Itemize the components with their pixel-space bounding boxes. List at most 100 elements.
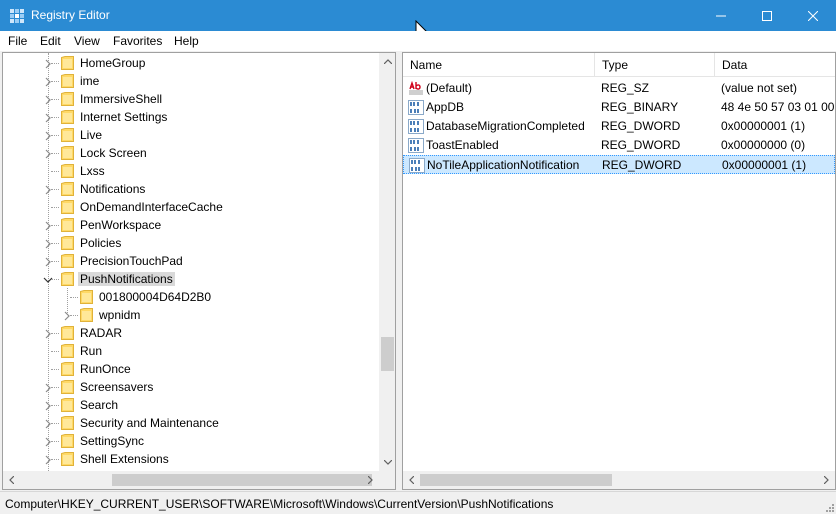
value-row[interactable]: NoTileApplicationNotification REG_DWORD 0x… bbox=[403, 155, 835, 174]
chevron-left-icon bbox=[9, 476, 14, 484]
chevron-right-icon bbox=[824, 476, 829, 484]
tree-item[interactable]: Security and Maintenance bbox=[3, 414, 379, 432]
chevron-right-icon bbox=[45, 113, 51, 123]
resize-grip-icon[interactable] bbox=[824, 502, 834, 512]
window-title: Registry Editor bbox=[31, 8, 110, 22]
tree-item[interactable]: RADAR bbox=[3, 324, 379, 342]
chevron-right-icon bbox=[45, 329, 51, 339]
tree-item[interactable]: OnDemandInterfaceCache bbox=[3, 198, 379, 216]
tree-horizontal-scrollbar[interactable] bbox=[3, 471, 379, 489]
value-name: ToastEnabled bbox=[426, 138, 499, 152]
tree-item-label: PenWorkspace bbox=[80, 218, 162, 232]
tree-item[interactable]: PushNotifications bbox=[3, 270, 379, 288]
tree-item[interactable]: Internet Settings bbox=[3, 108, 379, 126]
close-icon bbox=[808, 10, 818, 21]
tree-item[interactable]: RunOnce bbox=[3, 360, 379, 378]
chevron-right-icon bbox=[45, 59, 51, 69]
tree-item-label: 001800004D64D2B0 bbox=[99, 290, 212, 304]
tree-vertical-scrollbar[interactable] bbox=[379, 53, 395, 471]
value-data: 0x00000000 (0) bbox=[721, 138, 806, 152]
menu-help[interactable]: Help bbox=[174, 34, 199, 48]
folder-icon bbox=[61, 218, 74, 232]
menu-file[interactable]: File bbox=[8, 34, 27, 48]
folder-icon bbox=[80, 308, 93, 322]
folder-icon bbox=[61, 74, 74, 88]
tree-item-label: Shell Extensions bbox=[80, 452, 169, 466]
value-data: 0x00000001 (1) bbox=[721, 119, 806, 133]
tree-connector bbox=[51, 135, 59, 136]
tree-item[interactable]: Screensavers bbox=[3, 378, 379, 396]
menu-edit[interactable]: Edit bbox=[40, 34, 61, 48]
scroll-right-arrow[interactable] bbox=[362, 471, 379, 489]
close-button[interactable] bbox=[790, 0, 836, 31]
chevron-right-icon bbox=[45, 383, 51, 393]
tree-item[interactable]: Shell Extensions bbox=[3, 450, 379, 468]
tree-item[interactable]: PenWorkspace bbox=[3, 216, 379, 234]
tree-item[interactable]: wpnidm bbox=[3, 306, 379, 324]
value-name: DatabaseMigrationCompleted bbox=[426, 119, 585, 133]
column-header-data[interactable]: Data bbox=[715, 53, 835, 77]
tree-item[interactable]: ImmersiveShell bbox=[3, 90, 379, 108]
tree-item[interactable]: 001800004D64D2B0 bbox=[3, 288, 379, 306]
tree-connector bbox=[51, 207, 59, 208]
tree-connector bbox=[51, 279, 59, 280]
column-header-type[interactable]: Type bbox=[595, 53, 715, 77]
tree-horizontal-scroll-thumb[interactable] bbox=[112, 474, 372, 486]
tree-connector bbox=[51, 333, 59, 334]
tree-item[interactable]: ime bbox=[3, 72, 379, 90]
maximize-button[interactable] bbox=[744, 0, 790, 31]
list-horizontal-scroll-thumb[interactable] bbox=[420, 474, 612, 486]
value-row[interactable]: ToastEnabled REG_DWORD 0x00000000 (0) bbox=[403, 136, 835, 155]
chevron-down-icon bbox=[43, 277, 53, 283]
tree-connector bbox=[70, 315, 78, 316]
value-type: REG_DWORD bbox=[602, 158, 682, 172]
folder-icon bbox=[80, 290, 93, 304]
tree-item[interactable]: Live bbox=[3, 126, 379, 144]
tree-connector bbox=[51, 189, 59, 190]
list-scroll-left-arrow[interactable] bbox=[403, 471, 420, 489]
folder-icon bbox=[61, 110, 74, 124]
column-header-name[interactable]: Name bbox=[403, 53, 595, 77]
maximize-icon bbox=[762, 10, 772, 21]
tree-item[interactable]: HomeGroup bbox=[3, 54, 379, 72]
chevron-right-icon bbox=[45, 257, 51, 267]
scroll-down-arrow[interactable] bbox=[379, 454, 395, 471]
value-row[interactable]: DatabaseMigrationCompleted REG_DWORD 0x000… bbox=[403, 117, 835, 136]
scroll-up-arrow[interactable] bbox=[379, 53, 395, 70]
scroll-left-arrow[interactable] bbox=[3, 471, 20, 489]
tree-item[interactable]: Search bbox=[3, 396, 379, 414]
tree-item[interactable]: Lxss bbox=[3, 162, 379, 180]
tree-item[interactable]: SettingSync bbox=[3, 432, 379, 450]
tree-item[interactable]: Policies bbox=[3, 234, 379, 252]
value-type: REG_BINARY bbox=[601, 100, 679, 114]
key-tree-pane[interactable]: HomeGroup ime ImmersiveShell Internet Setti… bbox=[2, 52, 396, 490]
list-scroll-right-arrow[interactable] bbox=[818, 471, 835, 489]
minimize-button[interactable] bbox=[698, 0, 744, 31]
value-list-pane[interactable]: Name Type Data (Default) REG_SZ (value not… bbox=[402, 52, 836, 490]
folder-icon bbox=[61, 362, 74, 376]
tree-item[interactable]: Run bbox=[3, 342, 379, 360]
tree-vertical-scroll-thumb[interactable] bbox=[381, 337, 394, 371]
chevron-right-icon bbox=[45, 401, 51, 411]
folder-icon bbox=[61, 56, 74, 70]
tree-item[interactable]: PrecisionTouchPad bbox=[3, 252, 379, 270]
menu-view[interactable]: View bbox=[74, 34, 100, 48]
tree-item[interactable]: Notifications bbox=[3, 180, 379, 198]
key-tree: HomeGroup ime ImmersiveShell Internet Setti… bbox=[3, 53, 379, 471]
chevron-right-icon bbox=[368, 476, 373, 484]
tree-connector bbox=[51, 81, 59, 82]
menu-bar: File Edit View Favorites Help bbox=[0, 31, 836, 51]
value-row[interactable]: (Default) REG_SZ (value not set) bbox=[403, 79, 835, 98]
value-row[interactable]: AppDB REG_BINARY 48 4e 50 57 03 01 00 00 bbox=[403, 98, 835, 117]
tree-item[interactable]: Lock Screen bbox=[3, 144, 379, 162]
binary-value-icon bbox=[408, 138, 424, 153]
value-data: 0x00000001 (1) bbox=[722, 158, 807, 172]
list-horizontal-scrollbar[interactable] bbox=[403, 471, 835, 489]
chevron-right-icon bbox=[45, 185, 51, 195]
tree-item-label: RunOnce bbox=[80, 362, 131, 376]
list-header: Name Type Data bbox=[403, 53, 835, 77]
tree-connector bbox=[51, 351, 59, 352]
chevron-right-icon bbox=[45, 149, 51, 159]
chevron-right-icon bbox=[45, 221, 51, 231]
menu-favorites[interactable]: Favorites bbox=[113, 34, 162, 48]
